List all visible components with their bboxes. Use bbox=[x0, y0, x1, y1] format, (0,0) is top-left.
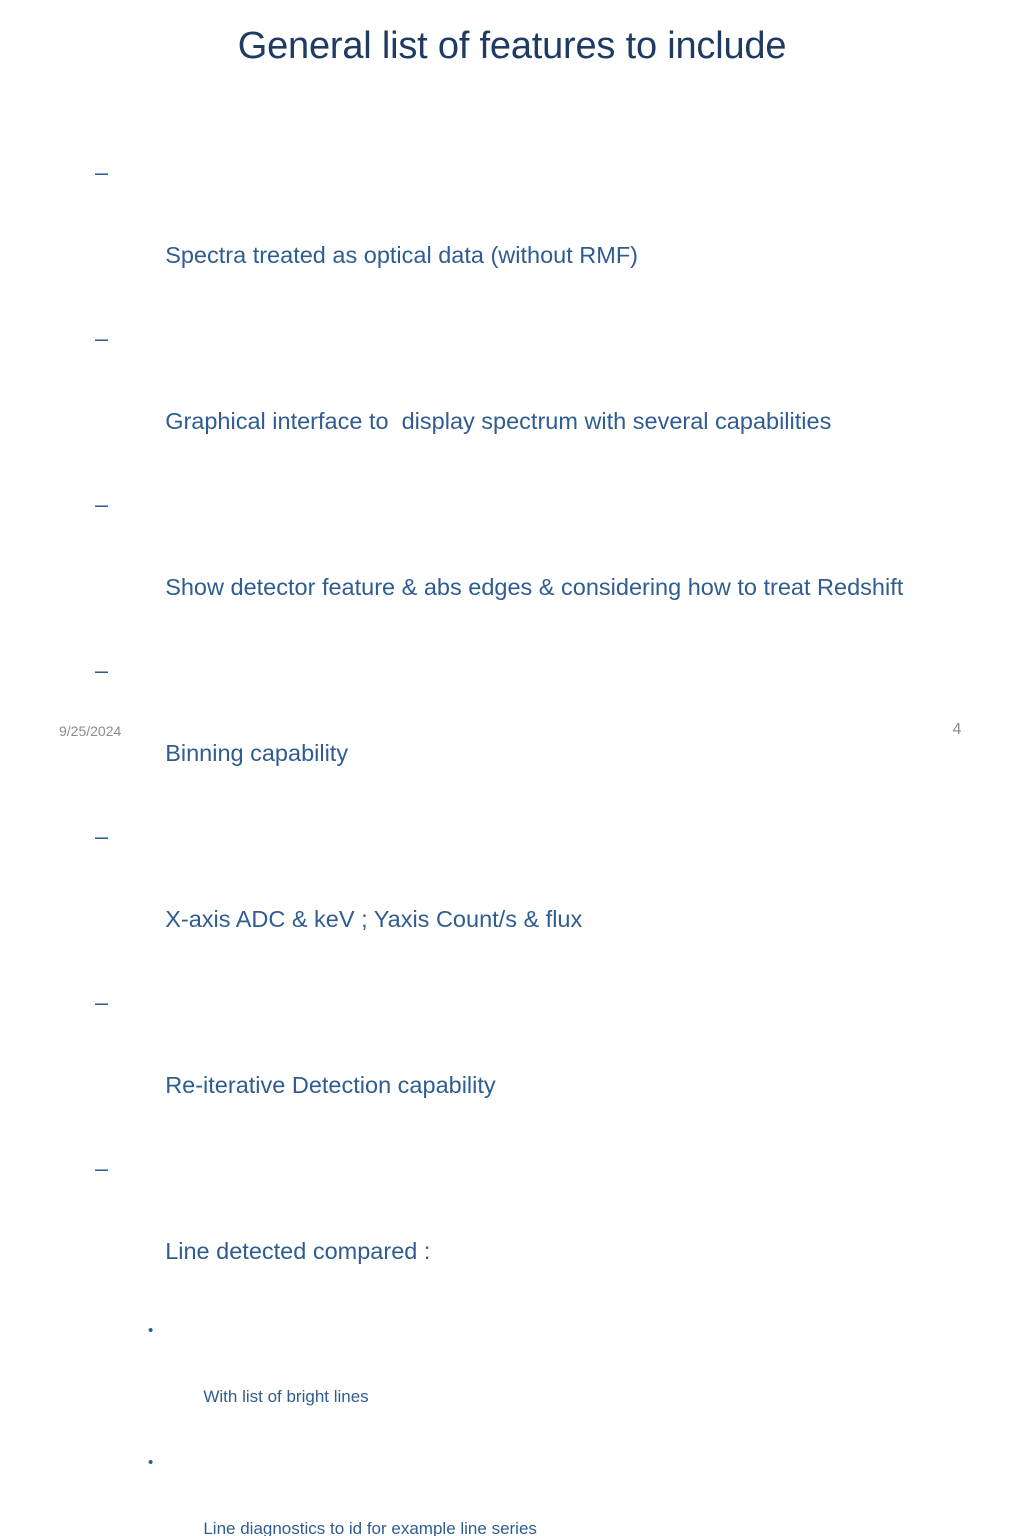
list-item-text: Binning capability bbox=[165, 740, 349, 766]
sub-list-item: • Line diagnostics to id for example lin… bbox=[0, 1446, 1024, 1536]
list-item-text: Show detector feature & abs edges & cons… bbox=[165, 574, 904, 600]
list-item: – Graphical interface to display spectru… bbox=[0, 318, 1024, 484]
list-item: – Show detector feature & abs edges & co… bbox=[0, 484, 1024, 650]
slide: General list of features to include – Sp… bbox=[0, 0, 1024, 1536]
dot-bullet-icon: • bbox=[148, 1454, 154, 1471]
list-item-text: X-axis ADC & keV ; Yaxis Count/s & flux bbox=[165, 906, 583, 932]
sub-list-item-text: Line diagnostics to id for example line … bbox=[203, 1519, 537, 1536]
page-title: General list of features to include bbox=[237, 25, 787, 67]
slide-number: 4 bbox=[952, 721, 962, 738]
sub-list-item-text: With list of bright lines bbox=[203, 1387, 369, 1406]
dash-bullet-icon: – bbox=[95, 989, 109, 1015]
list-item: – X-axis ADC & keV ; Yaxis Count/s & flu… bbox=[0, 816, 1024, 982]
list-item-text: Spectra treated as optical data (without… bbox=[165, 242, 639, 268]
list-item: – Spectra treated as optical data (witho… bbox=[0, 152, 1024, 318]
list-item-text: Graphical interface to display spectrum … bbox=[165, 408, 832, 434]
list-item-text: Line detected compared : bbox=[165, 1238, 431, 1264]
bullet-list: – Spectra treated as optical data (witho… bbox=[0, 152, 1024, 1536]
dash-bullet-icon: – bbox=[95, 823, 109, 849]
dash-bullet-icon: – bbox=[95, 657, 109, 683]
dash-bullet-icon: – bbox=[95, 325, 109, 351]
dash-bullet-icon: – bbox=[95, 491, 109, 517]
dash-bullet-icon: – bbox=[95, 159, 109, 185]
dash-bullet-icon: – bbox=[95, 1155, 109, 1181]
list-item: – Line detected compared : bbox=[0, 1148, 1024, 1314]
list-item-text: Re-iterative Detection capability bbox=[165, 1072, 496, 1098]
list-item: – Re-iterative Detection capability bbox=[0, 982, 1024, 1148]
sub-list-item: • With list of bright lines bbox=[0, 1314, 1024, 1446]
dot-bullet-icon: • bbox=[148, 1322, 154, 1339]
